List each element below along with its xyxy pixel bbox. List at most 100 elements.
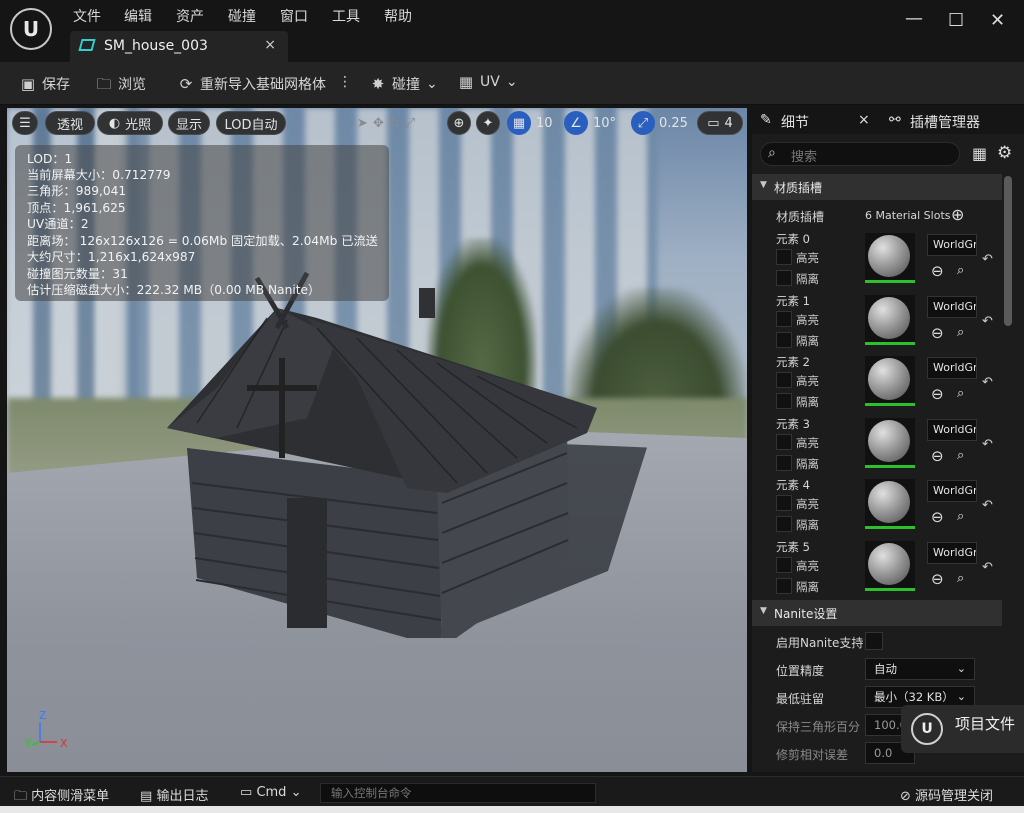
details-scrollbar[interactable] <box>1004 176 1012 326</box>
perspective-button[interactable]: 透视 <box>45 111 95 135</box>
isolate-checkbox[interactable] <box>776 577 792 594</box>
minimize-icon[interactable]: — <box>905 8 923 29</box>
scale-icon[interactable]: ⤢ <box>405 116 415 131</box>
browse-asset-icon[interactable]: ⌕ <box>957 448 964 463</box>
material-thumbnail[interactable] <box>865 294 915 345</box>
section-nanite[interactable]: ▼ Nanite设置 <box>752 600 1002 626</box>
isolate-checkbox[interactable] <box>776 331 792 348</box>
rotation-snap-icon[interactable]: ∠ <box>564 111 588 135</box>
browse-asset-icon[interactable]: ⌕ <box>957 571 964 586</box>
menu-asset[interactable]: 资产 <box>176 6 204 26</box>
material-picker[interactable]: WorldGri <box>927 541 977 564</box>
show-button[interactable]: 显示 <box>168 111 210 135</box>
isolate-checkbox[interactable] <box>776 516 792 532</box>
search-input[interactable]: ⌕ 搜索 <box>760 142 960 166</box>
rotation-snap-value[interactable]: 10° <box>593 111 616 135</box>
browse-asset-icon[interactable]: ⌕ <box>957 386 964 401</box>
rotate-icon[interactable]: ↻ <box>389 116 400 131</box>
material-thumbnail[interactable] <box>865 233 915 283</box>
lighting-button[interactable]: ◐ 光照 <box>97 111 163 135</box>
use-selected-icon[interactable]: ⊖ <box>931 262 944 280</box>
reset-icon[interactable]: ↶ <box>982 560 993 575</box>
isolate-checkbox[interactable] <box>776 270 792 286</box>
browse-asset-icon[interactable]: ⌕ <box>957 509 964 524</box>
settings-gear-icon[interactable]: ⚙ <box>997 143 1012 163</box>
isolate-checkbox[interactable] <box>776 454 792 471</box>
reset-icon[interactable]: ↶ <box>982 375 993 390</box>
tab-close-icon[interactable]: × <box>264 37 276 53</box>
position-precision-dropdown[interactable]: 自动 ⌄ <box>865 658 975 680</box>
surface-snap-icon[interactable]: ✦ <box>476 111 500 135</box>
section-material-slots[interactable]: ▼ 材质插槽 <box>752 174 1002 200</box>
cmd-dropdown[interactable]: ▭ Cmd ⌄ <box>240 785 301 800</box>
house-mesh[interactable] <box>157 258 607 638</box>
use-selected-icon[interactable]: ⊖ <box>931 570 944 588</box>
scale-snap-value[interactable]: 0.25 <box>659 111 688 135</box>
menu-edit[interactable]: 编辑 <box>124 6 152 26</box>
add-slot-icon[interactable]: ⊕ <box>951 205 964 224</box>
isolate-checkbox[interactable] <box>776 393 792 409</box>
material-thumbnail[interactable] <box>865 479 915 529</box>
reset-icon[interactable]: ↶ <box>982 252 993 267</box>
save-button[interactable]: ▣ 保存 <box>20 74 70 94</box>
material-picker[interactable]: WorldGri <box>927 480 977 502</box>
browse-button[interactable]: 🗀 浏览 <box>96 74 146 94</box>
move-icon[interactable]: ✥ <box>373 116 384 131</box>
use-selected-icon[interactable]: ⊖ <box>931 508 944 526</box>
grid-snap-value[interactable]: 10 <box>536 111 553 135</box>
source-control-button[interactable]: ⊘ 源码管理关闭 <box>900 785 993 804</box>
scale-snap-icon[interactable]: ⤢ <box>631 111 655 135</box>
tab-details[interactable]: 细节 <box>781 112 809 132</box>
menu-tools[interactable]: 工具 <box>332 6 360 26</box>
grid-snap-icon[interactable]: ▦ <box>507 111 531 135</box>
use-selected-icon[interactable]: ⊖ <box>931 324 944 342</box>
material-thumbnail[interactable] <box>865 356 915 406</box>
viewport-menu-icon[interactable]: ☰ <box>12 111 38 135</box>
grid-view-icon[interactable]: ▦ <box>972 144 987 163</box>
highlight-checkbox[interactable] <box>776 249 792 265</box>
highlight-checkbox[interactable] <box>776 495 792 511</box>
output-log-button[interactable]: ▤ 输出日志 <box>140 785 208 804</box>
use-selected-icon[interactable]: ⊖ <box>931 385 944 403</box>
console-command-input[interactable]: 输入控制台命令 <box>320 783 596 803</box>
material-picker[interactable]: WorldGri <box>927 234 977 256</box>
camera-speed-button[interactable]: ▭ 4 <box>697 111 743 135</box>
reset-icon[interactable]: ↶ <box>982 498 993 513</box>
enable-nanite-checkbox[interactable] <box>865 632 883 650</box>
reset-icon[interactable]: ↶ <box>982 437 993 452</box>
unreal-logo-icon[interactable]: U <box>10 8 52 50</box>
material-picker[interactable]: WorldGri <box>927 357 977 379</box>
highlight-checkbox[interactable] <box>776 433 792 450</box>
menu-collision[interactable]: 碰撞 <box>228 6 256 26</box>
maximize-icon[interactable]: ☐ <box>948 10 964 31</box>
material-thumbnail[interactable] <box>865 540 915 591</box>
tab-close-icon[interactable]: × <box>858 112 870 128</box>
collapse-arrow-icon: ▼ <box>760 606 767 616</box>
browse-asset-icon[interactable]: ⌕ <box>957 263 964 278</box>
select-icon[interactable]: ➤ <box>357 116 368 131</box>
highlight-checkbox[interactable] <box>776 372 792 388</box>
more-options-icon[interactable]: ⋮ <box>338 74 352 90</box>
highlight-checkbox[interactable] <box>776 310 792 327</box>
menu-file[interactable]: 文件 <box>73 6 101 26</box>
reset-icon[interactable]: ↶ <box>982 314 993 329</box>
tab-socket-manager[interactable]: 插槽管理器 <box>910 112 980 132</box>
transform-tools[interactable]: ➤ ✥ ↻ ⤢ <box>337 111 435 135</box>
reimport-button[interactable]: ⟳ 重新导入基础网格体 <box>178 74 326 94</box>
material-thumbnail[interactable] <box>865 417 915 468</box>
project-files-notification[interactable]: U 项目文件 <box>901 705 1024 753</box>
material-picker[interactable]: WorldGri <box>927 295 977 318</box>
material-picker[interactable]: WorldGri <box>927 418 977 441</box>
browse-asset-icon[interactable]: ⌕ <box>957 325 964 340</box>
world-local-icon[interactable]: ⊕ <box>447 111 471 135</box>
menu-help[interactable]: 帮助 <box>384 6 412 26</box>
collision-dropdown[interactable]: ✸ 碰撞 ⌄ <box>370 74 438 94</box>
lod-button[interactable]: LOD自动 <box>216 111 286 135</box>
close-window-icon[interactable]: ✕ <box>990 10 1005 31</box>
asset-tab[interactable]: SM_house_003 × <box>70 31 288 62</box>
viewport[interactable]: ☰ 透视 ◐ 光照 显示 LOD自动 ➤ ✥ ↻ ⤢ ⊕ ✦ ▦ 10 ∠ 10°… <box>7 108 747 772</box>
use-selected-icon[interactable]: ⊖ <box>931 447 944 465</box>
menu-window[interactable]: 窗口 <box>280 6 308 26</box>
uv-dropdown[interactable]: ▦ UV ⌄ <box>458 74 518 90</box>
highlight-checkbox[interactable] <box>776 556 792 573</box>
